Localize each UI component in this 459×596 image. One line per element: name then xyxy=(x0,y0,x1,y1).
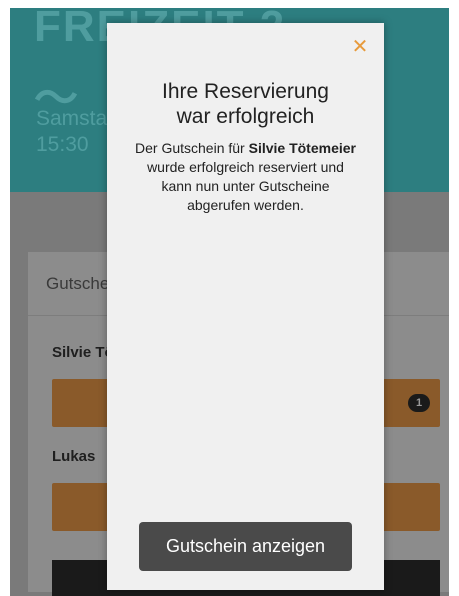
modal-message-name: Silvie Tötemeier xyxy=(248,140,356,156)
modal-title-line1: Ihre Reservierung xyxy=(162,80,329,103)
show-voucher-button[interactable]: Gutschein anzeigen xyxy=(139,522,352,571)
modal-title-line2: war erfolgreich xyxy=(176,105,315,128)
modal-message: Der Gutschein für Silvie Tötemeier wurde… xyxy=(131,139,360,215)
person-name: Lukas xyxy=(52,448,96,465)
modal-message-suffix: wurde erfolgreich reserviert und kann nu… xyxy=(147,159,344,213)
count-badge: 1 xyxy=(408,394,430,412)
modal-title: Ihre Reservierung war erfolgreich xyxy=(107,79,384,129)
close-icon[interactable]: ✕ xyxy=(350,37,370,57)
modal-message-prefix: Der Gutschein für xyxy=(135,140,249,156)
reservation-success-modal: ✕ Ihre Reservierung war erfolgreich Der … xyxy=(107,23,384,590)
